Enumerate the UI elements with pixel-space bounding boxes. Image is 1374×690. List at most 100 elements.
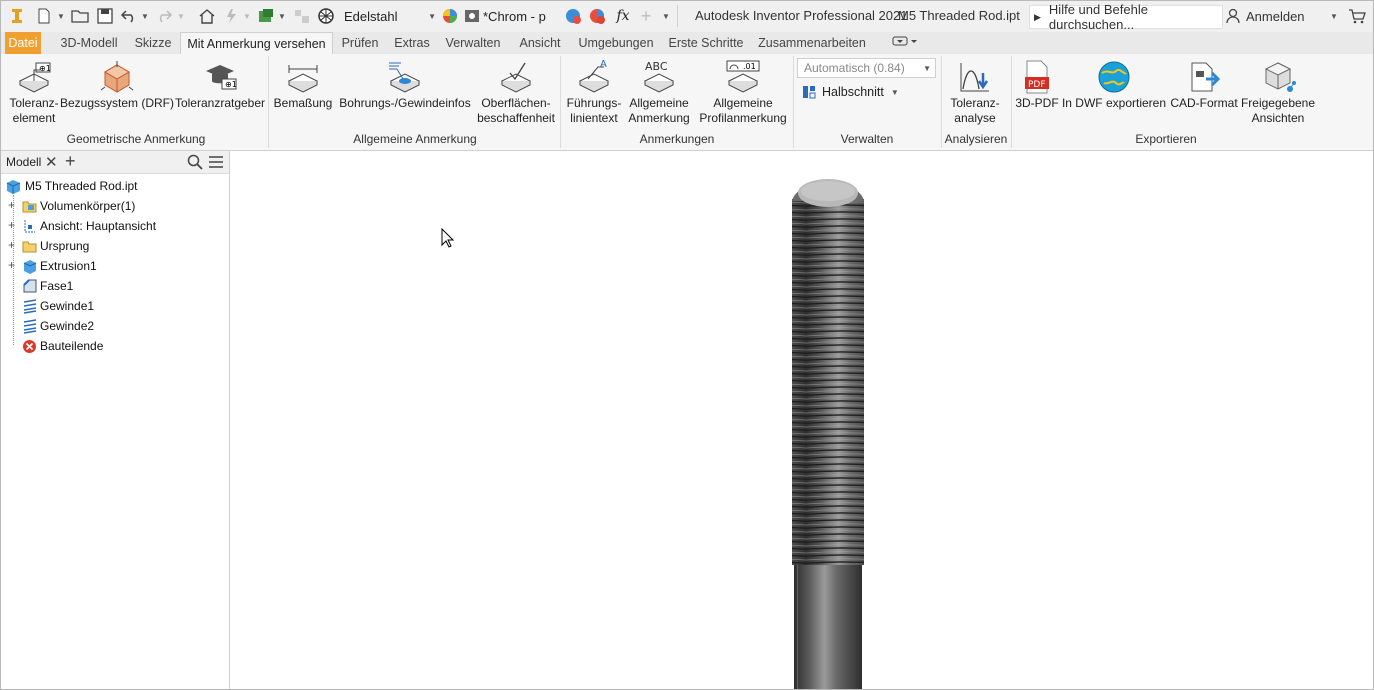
dimension-icon xyxy=(285,58,321,96)
update-icon[interactable] xyxy=(220,6,242,26)
material-select[interactable]: Edelstahl ▼ xyxy=(344,6,436,26)
chevron-down-icon[interactable]: ▼ xyxy=(140,6,150,26)
tree-item-root[interactable]: M5 Threaded Rod.ipt xyxy=(6,177,138,195)
bohrungsinfos-button[interactable]: Bohrungs-/Gewindeinfos xyxy=(337,58,473,111)
toleranzratgeber-label: Toleranzratgeber xyxy=(174,96,266,110)
help-search-input[interactable]: Hilfe und Befehle durchsuchen... xyxy=(1049,2,1222,32)
tab-mit-anmerkung-versehen[interactable]: Mit Anmerkung versehen xyxy=(180,32,333,56)
extrusion-icon xyxy=(23,259,37,274)
chevron-down-icon[interactable]: ▼ xyxy=(56,6,66,26)
shopping-cart-icon[interactable] xyxy=(1347,6,1367,26)
tree-item-bauteilende[interactable]: Bauteilende xyxy=(22,337,103,355)
export-cad-format-button[interactable]: CAD-Format xyxy=(1169,58,1239,111)
appearance-icon[interactable] xyxy=(440,6,460,26)
annotation-scale-select[interactable]: Automatisch (0.84) ▼ xyxy=(797,58,936,78)
chevron-down-icon[interactable]: ▼ xyxy=(277,6,287,26)
bezugssystem-button[interactable]: Bezugssystem (DRF) xyxy=(60,58,174,111)
tree-item-label: M5 Threaded Rod.ipt xyxy=(25,179,138,193)
annotation-scale-value: Automatisch (0.84) xyxy=(804,61,905,75)
tree-item-ursprung[interactable]: Ursprung xyxy=(22,237,89,255)
bemassung-button[interactable]: Bemaßung xyxy=(273,58,333,111)
tree-item-ansicht[interactable]: Ansicht: Hauptansicht xyxy=(22,217,156,235)
save-icon[interactable] xyxy=(94,6,116,26)
graphics-viewport[interactable] xyxy=(230,151,1373,690)
home-icon[interactable] xyxy=(196,6,218,26)
shared-views-button[interactable]: Freigegebene Ansichten xyxy=(1239,58,1317,126)
toleranzelement-label: Toleranz- element xyxy=(9,96,59,125)
tab-umgebungen[interactable]: Umgebungen xyxy=(573,32,659,54)
ribbon-display-options-button[interactable] xyxy=(889,32,921,54)
close-icon[interactable]: ✕ xyxy=(45,153,58,171)
panel-title-anmerkungen: Anmerkungen xyxy=(639,132,715,146)
expand-icon[interactable]: + xyxy=(8,199,17,211)
surface-texture-icon xyxy=(498,58,534,96)
open-folder-icon[interactable] xyxy=(69,6,91,26)
divider xyxy=(677,5,678,27)
export-dwf-button[interactable]: In DWF exportieren xyxy=(1061,58,1167,111)
expand-icon[interactable]: + xyxy=(8,219,17,231)
tree-item-extrusion1[interactable]: Extrusion1 xyxy=(22,257,97,275)
menu-icon[interactable] xyxy=(208,155,224,169)
measure-icon[interactable] xyxy=(291,6,313,26)
chevron-down-icon[interactable]: ▼ xyxy=(176,6,186,26)
tree-item-label: Bauteilende xyxy=(40,339,104,353)
tab-pruefen[interactable]: Prüfen xyxy=(337,32,383,54)
toleranzelement-button[interactable]: ⊕1 Toleranz- element xyxy=(5,58,63,126)
tree-item-fase1[interactable]: Fase1 xyxy=(22,277,73,295)
tree-item-volumenkoerper[interactable]: Volumenkörper(1) xyxy=(22,197,135,215)
material-icon[interactable] xyxy=(315,6,337,26)
appearance-select[interactable]: *Chrom - p xyxy=(483,6,563,26)
cad-export-icon xyxy=(1186,58,1222,96)
clear-appearance-icon[interactable] xyxy=(588,6,606,26)
expand-icon[interactable]: + xyxy=(8,239,17,251)
tab-ansicht[interactable]: Ansicht xyxy=(513,32,567,54)
model-canvas[interactable] xyxy=(230,151,1373,690)
thread-icon xyxy=(23,298,37,314)
shared-views-icon xyxy=(1260,58,1296,96)
tab-extras[interactable]: Extras xyxy=(391,32,433,54)
appearance-browser-icon[interactable] xyxy=(463,6,481,26)
tab-verwalten[interactable]: Verwalten xyxy=(441,32,505,54)
customize-qat-icon[interactable]: ▼ xyxy=(660,6,672,26)
chevron-down-icon[interactable]: ▼ xyxy=(242,6,252,26)
tree-item-label: Gewinde1 xyxy=(40,299,95,313)
tab-erste-schritte[interactable]: Erste Schritte xyxy=(665,32,747,54)
thread-icon xyxy=(23,318,37,334)
document-title: M5 Threaded Rod.ipt xyxy=(898,8,1020,23)
tab-zusammenarbeiten[interactable]: Zusammenarbeiten xyxy=(753,32,871,54)
oberflaeche-button[interactable]: Oberflächen- beschaffenheit xyxy=(475,58,557,126)
tree-item-gewinde2[interactable]: Gewinde2 xyxy=(22,317,94,335)
expand-icon[interactable]: + xyxy=(8,259,17,271)
redo-icon[interactable] xyxy=(153,6,175,26)
new-document-icon[interactable] xyxy=(33,6,55,26)
threaded-rod-model[interactable] xyxy=(792,179,864,690)
tab-3d-modell[interactable]: 3D-Modell xyxy=(53,32,125,54)
toleranzratgeber-button[interactable]: ⊕1 Toleranzratgeber xyxy=(173,58,267,111)
fuehrungslinientext-label: Führungs- linientext xyxy=(566,96,622,125)
sign-in-button[interactable]: Anmelden xyxy=(1225,6,1305,26)
ribbon: ⊕1 Toleranz- element Bezugssystem (DRF) … xyxy=(1,54,1373,151)
adjust-appearance-icon[interactable] xyxy=(564,6,582,26)
undo-icon[interactable] xyxy=(118,6,140,26)
chevron-down-icon[interactable]: ▼ xyxy=(1329,6,1339,26)
profile-icon-text: .01 xyxy=(743,62,756,71)
help-search-box[interactable]: ▶ Hilfe und Befehle durchsuchen... xyxy=(1029,2,1223,32)
export-3d-pdf-button[interactable]: PDF 3D-PDF xyxy=(1015,58,1059,111)
browser-tab-modell[interactable]: Modell xyxy=(6,155,41,169)
toleranzanalyse-label: Toleranz- analyse xyxy=(950,96,1000,125)
search-icon[interactable] xyxy=(187,154,203,170)
tree-item-label: Volumenkörper(1) xyxy=(40,199,136,213)
inventor-app-icon[interactable] xyxy=(9,6,25,26)
halbschnitt-button[interactable]: Halbschnitt ▼ xyxy=(801,84,899,100)
plus-icon[interactable]: + xyxy=(637,6,655,26)
parameters-icon[interactable]: fx xyxy=(613,6,633,26)
tab-skizze[interactable]: Skizze xyxy=(131,32,175,54)
allgemeine-profilanmerkung-button[interactable]: .01 Allgemeine Profilanmerkung xyxy=(695,58,791,126)
allgemeine-anmerkung-button[interactable]: ABC Allgemeine Anmerkung xyxy=(627,58,691,126)
tree-item-gewinde1[interactable]: Gewinde1 xyxy=(22,297,94,315)
add-panel-icon[interactable]: + xyxy=(65,151,76,172)
tab-datei[interactable]: Datei xyxy=(5,32,41,54)
select-icon[interactable] xyxy=(255,6,277,26)
fuehrungslinientext-button[interactable]: A Führungs- linientext xyxy=(563,58,625,126)
toleranzanalyse-button[interactable]: Toleranz- analyse xyxy=(945,58,1005,126)
